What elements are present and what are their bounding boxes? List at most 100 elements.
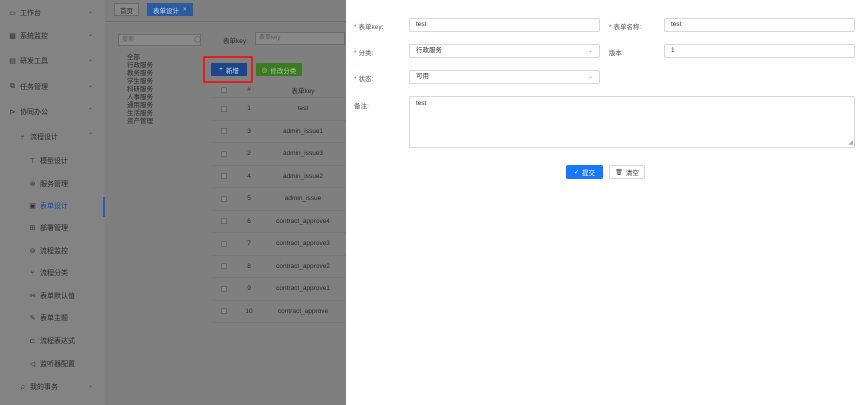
sidebar-item[interactable]: ▤ 研发工具 ⌄ [0,52,105,70]
table-row[interactable]: 2 admin_issue3 [213,143,346,166]
sidebar-item[interactable]: ⚯ 表单默认值 [0,287,105,305]
sidebar-item[interactable]: ◁ 监听器配置 [0,355,105,373]
submit-button[interactable]: ✓ 提交 [566,165,603,179]
resize-handle-icon[interactable]: ◢ [848,140,853,146]
sidebar-item-label: 流程监控 [40,248,68,255]
task-icon: ⧉ [10,83,15,90]
row-checkbox[interactable] [221,285,227,292]
row-checkbox[interactable] [221,240,227,247]
category-item[interactable]: 全部 [127,54,153,62]
bell-icon: ♫ [19,383,26,391]
model-icon: ⊤ [29,158,36,165]
sidebar-item[interactable]: ♫ 我的事务 ⌄ [0,378,105,396]
sidebar: ▭ 工作台 ⌄ ▦ 系统监控 ⌄ ▤ 研发工具 ⌄ ⧉ 任务管理 ⌄ ⊳ 协同办公 ⌃ ⑂ 流程设计 ⌃ ⊤ 模型设计… [0,0,105,405]
sidebar-item-label: 协同办公 [20,109,48,116]
tab-home[interactable]: 首页 [114,3,139,16]
status-select[interactable]: 可用 ⌄ [409,70,600,84]
row-checkbox[interactable] [221,128,227,135]
sidebar-item[interactable]: ▣ 表单设计 [0,197,105,217]
chevron-icon: ⌄ [87,83,93,89]
clear-button[interactable]: 🗑 清空 [609,165,645,179]
sidebar-item[interactable]: ✎ 表单主题 [0,309,105,327]
chevron-icon: ⌃ [87,133,93,139]
category-item[interactable]: 科研服务 [127,86,153,94]
table-row[interactable]: 6 contract_approve4 [213,211,346,233]
sidebar-item-label: 任务管理 [20,84,48,91]
row-checkbox[interactable] [221,263,227,270]
sidebar-item[interactable]: ⊳ 协同办公 ⌃ [0,103,105,121]
chevron-down-icon: ⌄ [587,48,593,54]
sidebar-item-label: 表单默认值 [40,293,75,300]
chevron-icon: ⌄ [87,57,93,63]
table-row[interactable]: 3 admin_issue1 [213,121,346,143]
category-tree: 全部 行政服务 教务服务 学生服务 科研服务 人事服务 通用服务 生活服务 资产管理 [127,54,153,126]
tab-form-design[interactable]: 表单设计 × [147,3,193,16]
table-row[interactable]: 9 contract_approve1 [213,278,346,301]
sidebar-item[interactable]: ⊞ 部署管理 [0,219,105,237]
sidebar-item[interactable]: ⊤ 模型设计 [0,152,105,170]
filter-key-label: 表单key: [223,38,248,45]
category-item[interactable]: 通用服务 [127,102,153,110]
row-num: 6 [247,217,251,225]
row-checkbox[interactable] [221,195,227,202]
table-row[interactable]: 8 contract_approve2 [213,256,346,278]
deploy-icon: ⊞ [29,225,36,232]
sidebar-item-label: 表单主题 [40,315,68,322]
sidebar-item[interactable]: ⑂ 流程分类 [0,264,105,282]
search-icon[interactable]: ◯ [194,36,201,43]
row-checkbox[interactable] [221,308,227,315]
table-row[interactable]: 10 contract_approve [213,301,346,323]
category-item[interactable]: 教务服务 [127,70,153,78]
sidebar-item[interactable]: ⊏ 流程表达式 [0,332,105,350]
edit-drawer: * 表单key: test * 表单名称: test * 分类: 行政服务 ⌄ 版本:… [346,0,865,405]
remark-textarea[interactable]: test ◢ [409,96,855,148]
row-num: 4 [247,172,251,180]
row-checkbox[interactable] [221,218,227,225]
sidebar-item[interactable]: ⧉ 任务管理 ⌄ [0,78,105,96]
close-icon[interactable]: × [183,7,187,13]
category-item[interactable]: 行政服务 [127,62,153,70]
select-all-checkbox[interactable] [221,86,227,93]
row-num: 2 [247,150,251,158]
category-item[interactable]: 学生服务 [127,78,153,86]
edit-icon: ◎ [261,66,268,74]
sidebar-item-label: 监听器配置 [40,361,75,368]
sidebar-item[interactable]: ⊚ 流程监控 [0,242,105,260]
table-row[interactable]: 1 test [213,98,346,121]
tab-bar: 首页 表单设计 × [105,0,346,22]
sidebar-item-label: 我的事务 [30,384,58,391]
table-row[interactable]: 4 admin_issue2 [213,166,346,188]
category-label: * 分类: [354,50,374,57]
row-key: contract_approve1 [276,285,330,293]
table-header: # 表单key [213,82,346,98]
form-table: # 表单key 1 test 3 admin_issue1 2 admin_issue3 4… [213,82,346,323]
edit-category-button[interactable]: ◎ 修改分类 [256,63,302,76]
sidebar-item-label: 流程表达式 [40,338,75,345]
sidebar-item-label: 研发工具 [20,58,48,65]
form-name-input[interactable]: test [664,18,855,32]
category-item[interactable]: 生活服务 [127,110,153,118]
row-key: contract_approve2 [276,262,330,270]
sidebar-item[interactable]: ⑂ 流程设计 ⌃ [0,128,105,146]
row-key: contract_approve [277,307,329,315]
category-select[interactable]: 行政服务 ⌄ [409,44,600,58]
sidebar-item[interactable]: ▦ 系统监控 ⌄ [0,27,105,45]
sidebar-item[interactable]: ▭ 工作台 ⌄ [0,4,105,22]
category-item[interactable]: 资产管理 [127,118,153,126]
category-search-input[interactable]: 搜索 [118,34,201,46]
form-icon: ▣ [29,203,36,210]
table-row[interactable]: 7 contract_approve3 [213,233,346,256]
sidebar-item-label: 流程分类 [40,270,68,277]
row-checkbox[interactable] [221,150,227,157]
link-icon: ⚯ [29,293,36,300]
category-item[interactable]: 人事服务 [127,94,153,102]
sidebar-item[interactable]: ⊛ 服务管理 [0,175,105,193]
filter-key-input[interactable]: 表单key [255,32,345,45]
version-input[interactable]: 1 [664,44,855,58]
chevron-icon: ⌄ [87,32,93,38]
check-icon: ✓ [573,169,580,176]
row-checkbox[interactable] [221,105,227,112]
form-key-input[interactable]: test [409,18,600,32]
table-row[interactable]: 5 admin_issue [213,188,346,211]
row-checkbox[interactable] [221,173,227,180]
